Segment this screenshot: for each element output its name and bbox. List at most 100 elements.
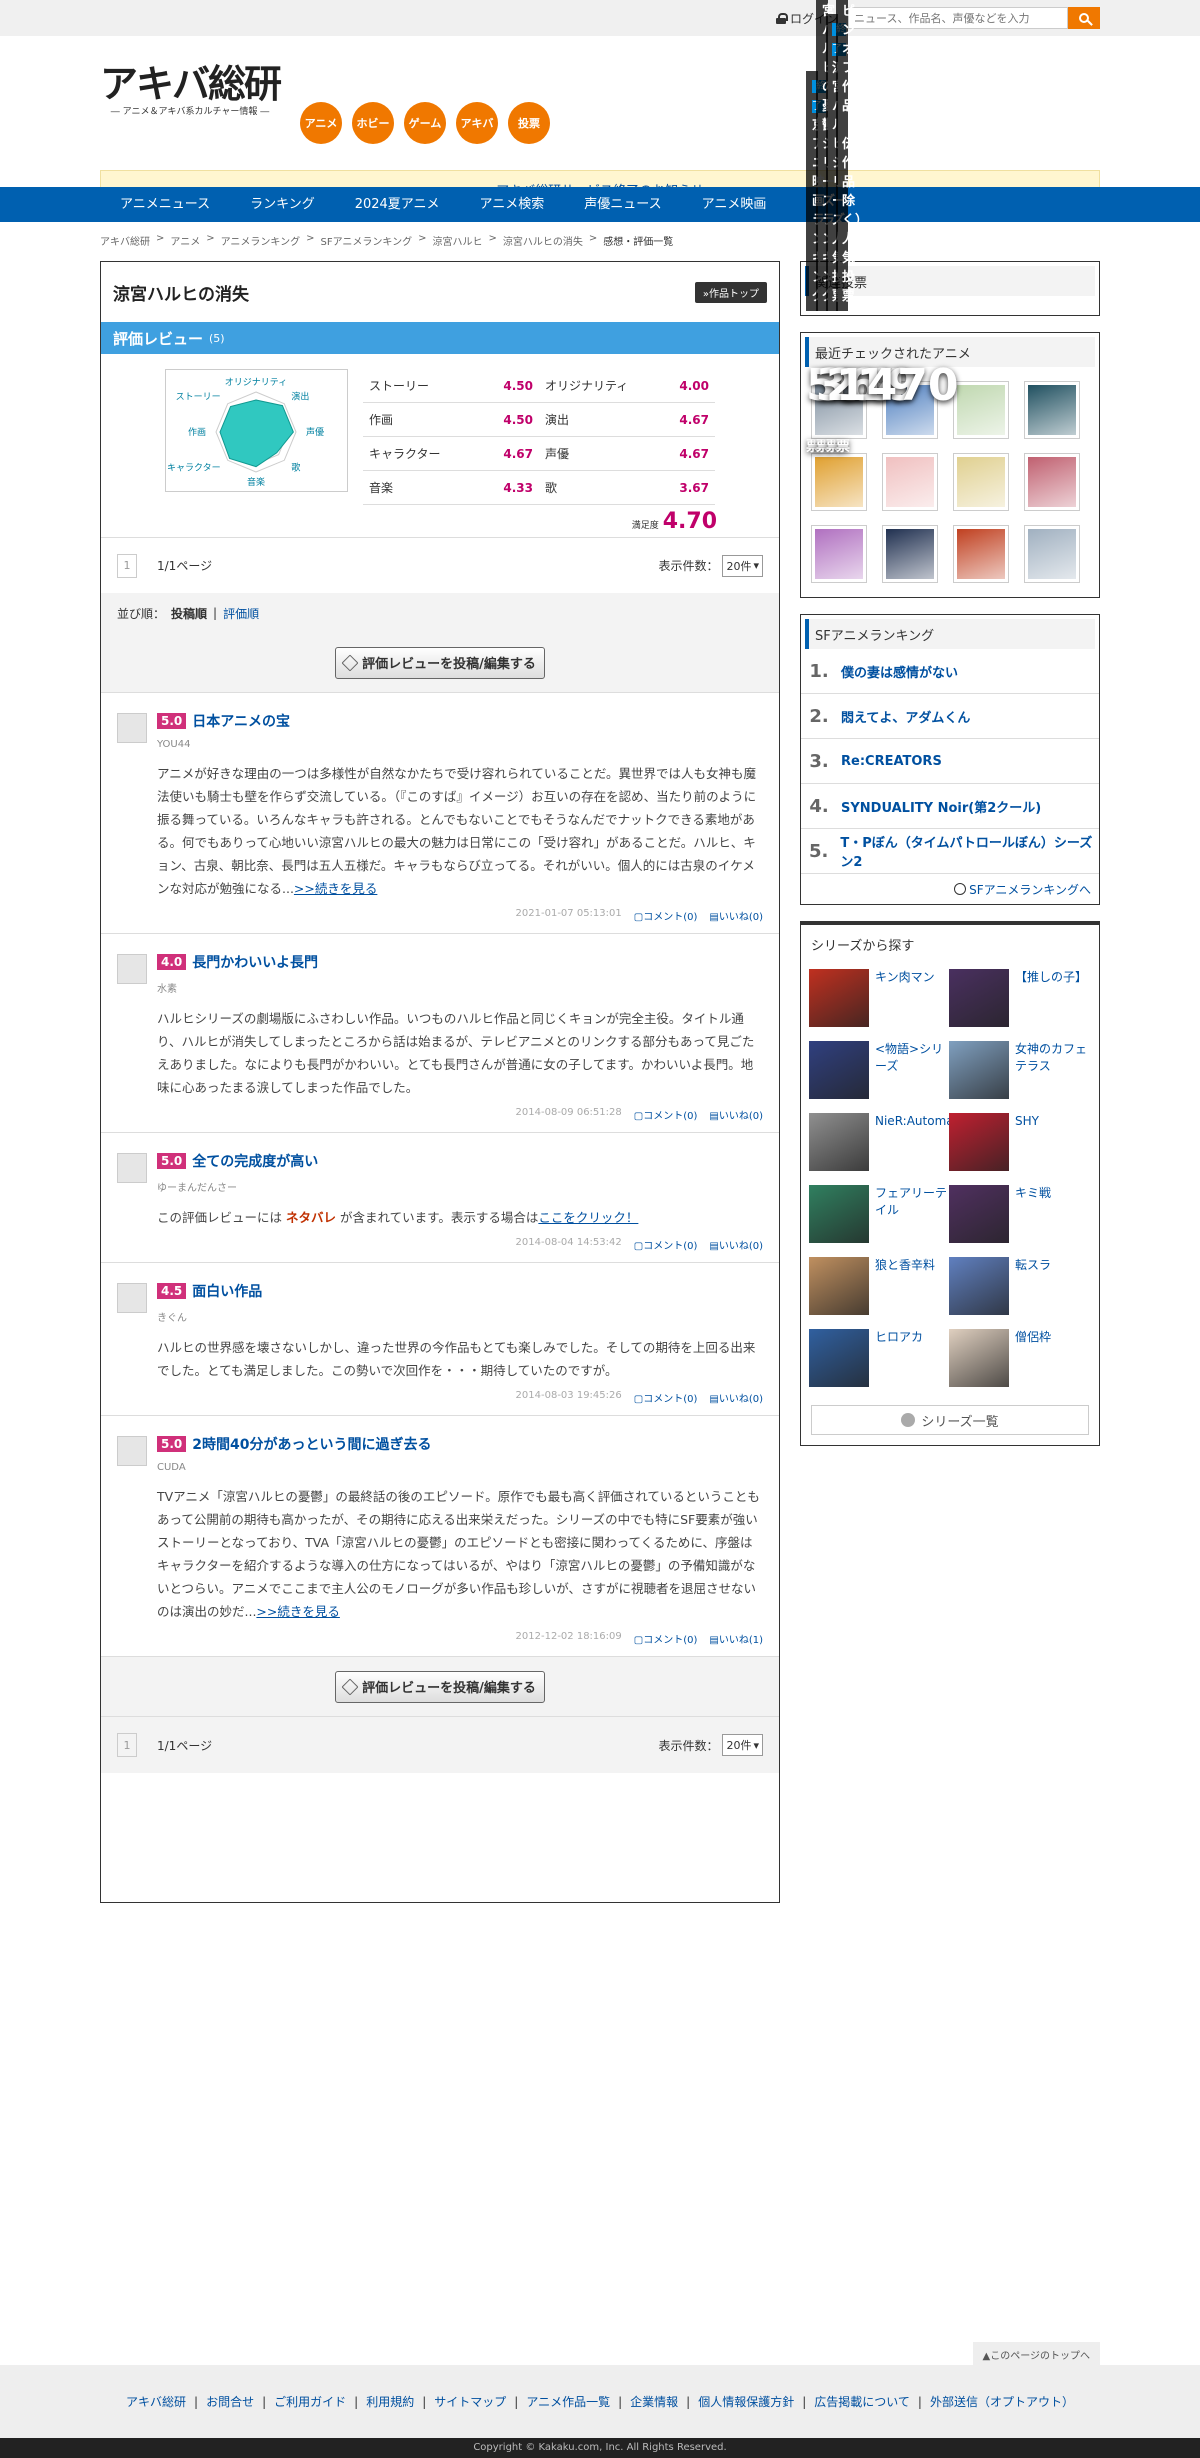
footer-separator: |: [354, 2394, 359, 2409]
breadcrumb-item: 感想・評価一覧: [603, 237, 674, 248]
ranking-title-link[interactable]: SYNDUALITY Noir(第2クール): [841, 797, 1041, 816]
review-item: 5.0 全ての完成度が高い ゆーまんだんさー この評価レビューには ネタバレ が含まれ…: [101, 1133, 779, 1263]
nav-item[interactable]: アニメ検索: [460, 187, 565, 222]
nav-item[interactable]: 2024夏アニメ: [335, 187, 460, 222]
like-button[interactable]: ▤いいね(0): [709, 1107, 763, 1122]
series-name: ヒロアカ: [875, 1330, 924, 1344]
search-input[interactable]: [848, 7, 1068, 29]
review-title[interactable]: 長門かわいいよ長門: [192, 952, 318, 972]
breadcrumb-separator: >: [206, 233, 215, 244]
recent-anime-thumb[interactable]: [1024, 525, 1080, 583]
recent-anime-thumb[interactable]: [882, 525, 938, 583]
score-label: 音楽: [369, 481, 394, 495]
post-review-button[interactable]: 評価レビューを投稿/編集する: [335, 1670, 545, 1703]
breadcrumb-item[interactable]: 涼宮ハルヒ: [432, 233, 482, 248]
review-title[interactable]: 日本アニメの宝: [192, 711, 290, 731]
series-item[interactable]: SHY: [949, 1113, 1089, 1171]
comment-link[interactable]: ▢コメント(0): [634, 1237, 698, 1252]
breadcrumb-item[interactable]: SFアニメランキング: [320, 233, 412, 248]
ranking-title-link[interactable]: 僕の妻は感情がない: [841, 662, 958, 681]
breadcrumb-item[interactable]: アキバ総研: [100, 233, 150, 248]
footer-link[interactable]: 広告掲載について: [814, 2393, 910, 2410]
review-section-header: 評価レビュー (5): [101, 322, 779, 354]
sort-active[interactable]: 投稿順: [171, 605, 207, 622]
category-button[interactable]: アキバ: [456, 102, 498, 144]
read-more-link[interactable]: >>続きを見る: [294, 881, 377, 896]
breadcrumb-item[interactable]: アニメ: [170, 233, 200, 248]
nav-item[interactable]: アニメニュース: [100, 187, 230, 222]
count-select[interactable]: 20件 ▾: [722, 554, 763, 577]
category-button[interactable]: ゲーム: [404, 102, 446, 144]
nav-item[interactable]: ランキング: [230, 187, 335, 222]
rank-number: 2.: [809, 705, 829, 727]
footer-link[interactable]: 企業情報: [630, 2393, 678, 2410]
breadcrumb-item[interactable]: 涼宮ハルヒの消失: [503, 233, 583, 248]
series-list-button[interactable]: シリーズ一覧: [811, 1405, 1089, 1435]
nav-item[interactable]: アニメ映画: [682, 187, 787, 222]
series-item[interactable]: 【推しの子】: [949, 969, 1089, 1027]
work-top-button[interactable]: »作品トップ: [694, 281, 767, 303]
comment-link[interactable]: ▢コメント(0): [634, 1631, 698, 1646]
footer-link[interactable]: アニメ作品一覧: [526, 2393, 610, 2410]
ranking-title-link[interactable]: 悶えてよ、アダムくん: [841, 707, 970, 726]
review-title[interactable]: 全ての完成度が高い: [192, 1151, 318, 1171]
nav-item[interactable]: 声優ニュース: [564, 187, 681, 222]
series-item[interactable]: <物語>シリーズ: [809, 1041, 949, 1099]
recent-anime-thumb[interactable]: [882, 453, 938, 511]
recent-anime-thumb[interactable]: [953, 525, 1009, 583]
ranking-title-link[interactable]: T・Pぼん（タイムパトロールぼん）シーズン2: [840, 832, 1099, 870]
series-item[interactable]: 狼と香辛料: [809, 1257, 949, 1315]
footer-link[interactable]: サイトマップ: [434, 2393, 506, 2410]
series-item[interactable]: 僧侶枠: [949, 1329, 1089, 1387]
search-button[interactable]: [1068, 7, 1100, 29]
page-number[interactable]: 1: [117, 553, 137, 578]
footer-link[interactable]: お問合せ: [206, 2393, 254, 2410]
like-button[interactable]: ▤いいね(0): [709, 1390, 763, 1405]
recent-anime-thumb[interactable]: [953, 453, 1009, 511]
page-top-link[interactable]: ▲このページのトップへ: [972, 2342, 1100, 2367]
comment-link[interactable]: ▢コメント(0): [634, 1107, 698, 1122]
footer-link[interactable]: 外部送信（オプトアウト）: [930, 2393, 1074, 2410]
recent-anime-thumb[interactable]: [953, 381, 1009, 439]
footer-separator: |: [262, 2394, 267, 2409]
recent-anime-thumb[interactable]: [811, 525, 867, 583]
category-button[interactable]: ホビー: [352, 102, 394, 144]
comment-link[interactable]: ▢コメント(0): [634, 908, 698, 923]
site-logo[interactable]: アキバ総研 ― アニメ＆アキバ系カルチャー情報 ―: [100, 62, 282, 117]
series-item[interactable]: キン肉マン: [809, 969, 949, 1027]
footer-link[interactable]: アキバ総研: [126, 2393, 186, 2410]
recent-anime-thumb[interactable]: [811, 453, 867, 511]
like-button[interactable]: ▤いいね(0): [709, 908, 763, 923]
review-title[interactable]: 2時間40分があっという間に過ぎ去る: [192, 1434, 431, 1454]
ranking-more-link[interactable]: SFアニメランキングへ: [954, 881, 1091, 898]
recent-anime-thumb[interactable]: [1024, 453, 1080, 511]
sort-by-rating[interactable]: 評価順: [223, 605, 259, 622]
series-item[interactable]: 転スラ: [949, 1257, 1089, 1315]
read-more-link[interactable]: >>続きを見る: [256, 1604, 339, 1619]
post-review-button[interactable]: 評価レビューを投稿/編集する: [335, 646, 545, 679]
series-item[interactable]: ヒロアカ: [809, 1329, 949, 1387]
breadcrumb-item[interactable]: アニメランキング: [221, 233, 301, 248]
count-select[interactable]: 20件 ▾: [722, 1734, 763, 1756]
page-info: 1/1ページ: [157, 559, 213, 573]
recent-anime-thumb[interactable]: [1024, 381, 1080, 439]
review-title[interactable]: 面白い作品: [192, 1281, 262, 1301]
series-item[interactable]: キミ戦: [949, 1185, 1089, 1243]
spoiler-reveal-link[interactable]: ここをクリック！: [538, 1210, 638, 1225]
radar-label: 声優: [306, 426, 324, 438]
comment-link[interactable]: ▢コメント(0): [634, 1390, 698, 1405]
footer-link[interactable]: ご利用ガイド: [274, 2393, 346, 2410]
footer-link[interactable]: 個人情報保護方針: [698, 2393, 794, 2410]
category-button[interactable]: 投票: [508, 102, 550, 144]
footer-link[interactable]: 利用規約: [366, 2393, 414, 2410]
category-button[interactable]: アニメ: [300, 102, 342, 144]
like-button[interactable]: ▤いいね(1): [709, 1631, 763, 1646]
series-item[interactable]: 女神のカフェテラス: [949, 1041, 1089, 1099]
ranking-title-link[interactable]: Re:CREATORS: [841, 754, 942, 769]
page-number[interactable]: 1: [117, 1733, 137, 1757]
series-item[interactable]: フェアリーテイル: [809, 1185, 949, 1243]
thumb-image: [815, 457, 863, 507]
like-button[interactable]: ▤いいね(0): [709, 1237, 763, 1252]
series-item[interactable]: NieR:Automata: [809, 1113, 966, 1171]
score-value: 4.00: [679, 378, 709, 393]
